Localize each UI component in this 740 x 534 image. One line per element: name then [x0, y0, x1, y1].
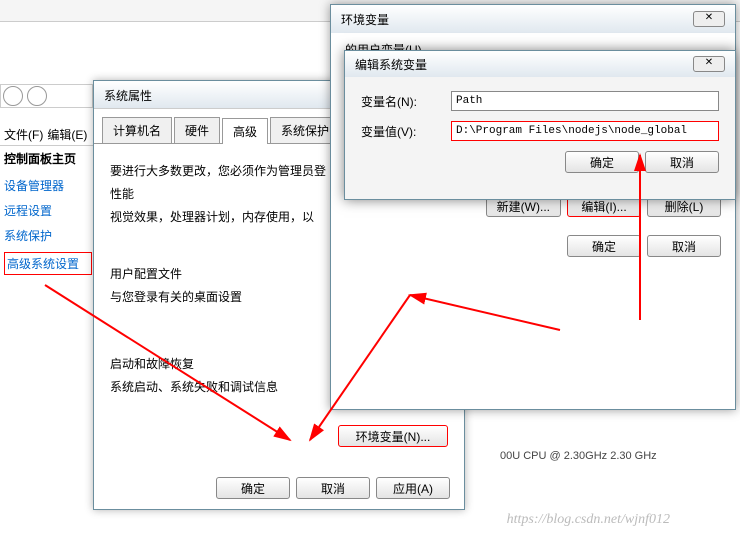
- sidebar-link-remote[interactable]: 远程设置: [4, 202, 92, 219]
- env-vars-button[interactable]: 环境变量(N)...: [338, 425, 448, 447]
- nav-back-icon[interactable]: [3, 86, 23, 106]
- var-value-label: 变量值(V):: [361, 123, 451, 140]
- cpu-info: 00U CPU @ 2.30GHz 2.30 GHz: [500, 450, 657, 462]
- watermark: https://blog.csdn.net/wjnf012: [507, 512, 670, 528]
- close-icon[interactable]: ✕: [693, 11, 725, 27]
- sysprops-cancel-button[interactable]: 取消: [296, 477, 370, 499]
- menu-bar: 文件(F) 编辑(E): [0, 124, 93, 146]
- tab-hardware[interactable]: 硬件: [174, 117, 220, 143]
- sysprops-apply-button[interactable]: 应用(A): [376, 477, 450, 499]
- menu-file[interactable]: 文件(F): [4, 126, 43, 143]
- sidebar-link-advanced[interactable]: 高级系统设置: [4, 252, 92, 275]
- var-name-input[interactable]: [451, 91, 719, 111]
- sidebar-title: 控制面板主页: [4, 150, 92, 167]
- menu-edit[interactable]: 编辑(E): [47, 126, 87, 143]
- editvar-cancel-button[interactable]: 取消: [645, 151, 719, 173]
- envvar-title: 环境变量: [341, 11, 389, 28]
- tab-computer-name[interactable]: 计算机名: [102, 117, 172, 143]
- sidebar-link-device-mgr[interactable]: 设备管理器: [4, 177, 92, 194]
- edit-variable-dialog: 编辑系统变量 ✕ 变量名(N): 变量值(V): 确定 取消: [344, 50, 736, 200]
- tab-advanced[interactable]: 高级: [222, 118, 268, 144]
- sysprops-ok-button[interactable]: 确定: [216, 477, 290, 499]
- var-name-label: 变量名(N):: [361, 93, 451, 110]
- editvar-title: 编辑系统变量: [355, 56, 427, 73]
- control-panel-sidebar: 控制面板主页 设备管理器 远程设置 系统保护 高级系统设置: [4, 150, 92, 283]
- envvar-cancel-button[interactable]: 取消: [647, 235, 721, 257]
- envvar-ok-button[interactable]: 确定: [567, 235, 641, 257]
- editvar-ok-button[interactable]: 确定: [565, 151, 639, 173]
- nav-fwd-icon[interactable]: [27, 86, 47, 106]
- var-value-input[interactable]: [451, 121, 719, 141]
- explorer-nav: [0, 84, 93, 108]
- close-icon[interactable]: ✕: [693, 56, 725, 72]
- sidebar-link-sysprotect[interactable]: 系统保护: [4, 227, 92, 244]
